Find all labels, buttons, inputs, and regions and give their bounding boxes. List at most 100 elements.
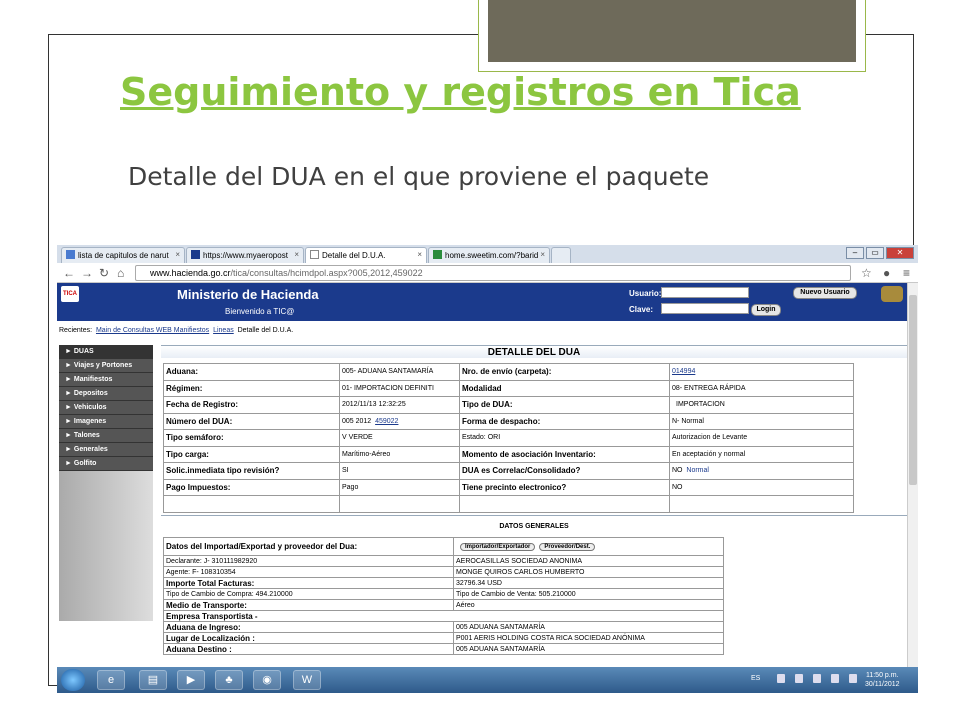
table-row: Aduana de Ingreso: 005 ADUANA SANTAMARÍA [163,621,724,633]
nuevo-usuario-button[interactable]: Nuevo Usuario [793,287,857,299]
welcome-text: Bienvenido a TIC@ [225,307,295,316]
table-row: Fecha de Registro: 2012/11/13 12:32:25 T… [163,396,854,414]
scrollbar-thumb[interactable] [909,295,917,485]
sidebar-item-depositos[interactable]: ► Depositos [59,387,153,401]
sidebar-item-duas[interactable]: ► DUAS [59,345,153,359]
table-row: Tipo carga: Marítimo-Aéreo Momento de as… [163,445,854,463]
window-controls: – ▭ ✕ [846,247,914,259]
usuario-label: Usuario: [629,289,662,298]
generales-heading: DATOS GENERALES [161,515,907,530]
login-button[interactable]: Login [751,304,781,316]
sweetim-icon [433,250,442,259]
tab-bar: lista de capitulos de narut × https://www… [57,245,918,263]
sidebar-item-vehiculos[interactable]: ► Vehiculos [59,401,153,415]
tab-sweetim[interactable]: home.sweetim.com/?barid × [428,247,550,263]
sidebar-item-viajes[interactable]: ► Viajes y Portones [59,359,153,373]
window-close-icon[interactable]: ✕ [886,247,914,259]
reload-icon[interactable]: ↻ [99,266,109,280]
extension-icon[interactable]: ● [883,266,890,280]
tab-detalle-dua[interactable]: Detalle del D.U.A. × [305,247,427,263]
slide-subtitle: Detalle del DUA en el que proviene el pa… [128,162,710,191]
page-icon [310,250,319,259]
internet-explorer-icon[interactable]: e [97,670,125,690]
address-bar[interactable]: www.hacienda.go.cr/tica/consultas/hcimdp… [135,265,851,281]
detalle-table: Aduana: 005- ADUANA SANTAMARÍA Nro. de e… [163,363,854,513]
star-icon[interactable]: ☆ [861,266,872,280]
numero-dua-link[interactable]: 459022 [375,418,398,425]
table-row: Lugar de Localización : P001 AERIS HOLDI… [163,632,724,644]
browser-screenshot: lista de capitulos de narut × https://www… [57,245,918,693]
table-row: Declarante: J- 310111982920 AEROCASILLAS… [163,555,724,567]
decorative-panel [488,0,856,62]
volume-icon[interactable] [849,674,857,683]
chrome-icon[interactable]: ◉ [253,670,281,690]
sidebar-background [59,471,153,621]
minimize-icon[interactable]: – [846,247,864,259]
clock[interactable]: 11:50 p.m. 30/11/2012 [865,671,900,689]
forward-arrow-icon[interactable]: → [81,266,93,280]
breadcrumb: Recientes: Main de Consultas WEB Manifie… [59,327,294,334]
google-icon [66,250,75,259]
close-icon[interactable]: × [540,250,545,259]
sidebar-item-manifiestos[interactable]: ► Manifiestos [59,373,153,387]
table-row: Datos del Importad/Exportad y proveedor … [163,537,724,556]
table-row [163,495,854,513]
site-header: TICA Ministerio de Hacienda Bienvenido a… [57,283,907,321]
proveedor-dest-button[interactable]: Proveedor/Dest. [539,542,596,551]
word-icon[interactable]: W [293,670,321,690]
sidebar-menu: ► DUAS ► Viajes y Portones ► Manifiestos… [59,345,153,621]
tica-logo: TICA [61,286,79,302]
flag-icon[interactable] [795,674,803,683]
ministry-title: Ministerio de Hacienda [177,287,319,302]
browser-toolbar: ← → ↻ ⌂ www.hacienda.go.cr/tica/consulta… [57,263,918,283]
table-row: Tipo semáforo: V VERDE Estado: ORI Autor… [163,429,854,447]
table-row: Empresa Transportista - [163,610,724,622]
sidebar-item-imagenes[interactable]: ► Imagenes [59,415,153,429]
table-row: Medio de Transporte: Aéreo [163,599,724,611]
language-indicator[interactable]: ES [751,675,760,682]
table-row: Tipo de Cambio de Compra: 494.210000 Tip… [163,588,724,600]
breadcrumb-link-lineas[interactable]: Lineas [213,327,234,334]
clave-input[interactable] [661,303,749,314]
people-icon[interactable]: ♣ [215,670,243,690]
sidebar-item-generales[interactable]: ► Generales [59,443,153,457]
detalle-heading: DETALLE DEL DUA [161,345,907,358]
breadcrumb-current: Detalle del D.U.A. [237,327,294,334]
media-player-icon[interactable]: ▶ [177,670,205,690]
web-page: TICA Ministerio de Hacienda Bienvenido a… [57,283,907,667]
signal-icon[interactable] [831,674,839,683]
table-row: Solic.inmediata tipo revisión? SI DUA es… [163,462,854,480]
government-emblem [881,286,903,302]
vertical-scrollbar[interactable] [907,283,918,667]
table-row: Importe Total Facturas: 32796.34 USD [163,577,724,589]
folder-icon[interactable]: ▤ [139,670,167,690]
table-row: Agente: F- 108310354 MONGE QUIROS CARLOS… [163,566,724,578]
windows-start-icon[interactable] [61,669,85,691]
close-icon[interactable]: × [175,250,180,259]
sidebar-item-talones[interactable]: ► Talones [59,429,153,443]
close-icon[interactable]: × [294,250,299,259]
tab-naruto[interactable]: lista de capitulos de narut × [61,247,185,263]
table-row: Pago Impuestos: Pago Tiene precinto elec… [163,478,854,496]
back-arrow-icon[interactable]: ← [63,266,75,280]
menu-icon[interactable]: ≡ [903,266,910,280]
nro-envio-link[interactable]: 014994 [672,368,695,375]
tab-aeropost[interactable]: https://www.myaeropost × [186,247,304,263]
clave-label: Clave: [629,305,654,314]
tray-arrow-icon[interactable] [777,674,785,683]
usuario-input[interactable] [661,287,749,298]
maximize-icon[interactable]: ▭ [866,247,884,259]
slide-title: Seguimiento y registros en Tica [120,70,801,114]
network-icon[interactable] [813,674,821,683]
close-icon[interactable]: × [417,250,422,259]
breadcrumb-link-main[interactable]: Main de Consultas WEB Manifiestos [96,327,209,334]
new-tab-button[interactable] [551,247,571,263]
aeropost-icon [191,250,200,259]
table-row: Aduana: 005- ADUANA SANTAMARÍA Nro. de e… [163,363,854,381]
importador-exportador-button[interactable]: Importador/Exportador [460,542,536,551]
table-row: Régimen: 01- IMPORTACION DEFINITI Modali… [163,379,854,397]
home-icon[interactable]: ⌂ [117,266,124,280]
sidebar-item-golfito[interactable]: ► Golfito [59,457,153,471]
windows-taskbar: e ▤ ▶ ♣ ◉ W ES 11:50 p.m. 30/11/2012 [57,667,918,693]
table-row: Número del DUA: 005 2012 459022 Forma de… [163,412,854,430]
